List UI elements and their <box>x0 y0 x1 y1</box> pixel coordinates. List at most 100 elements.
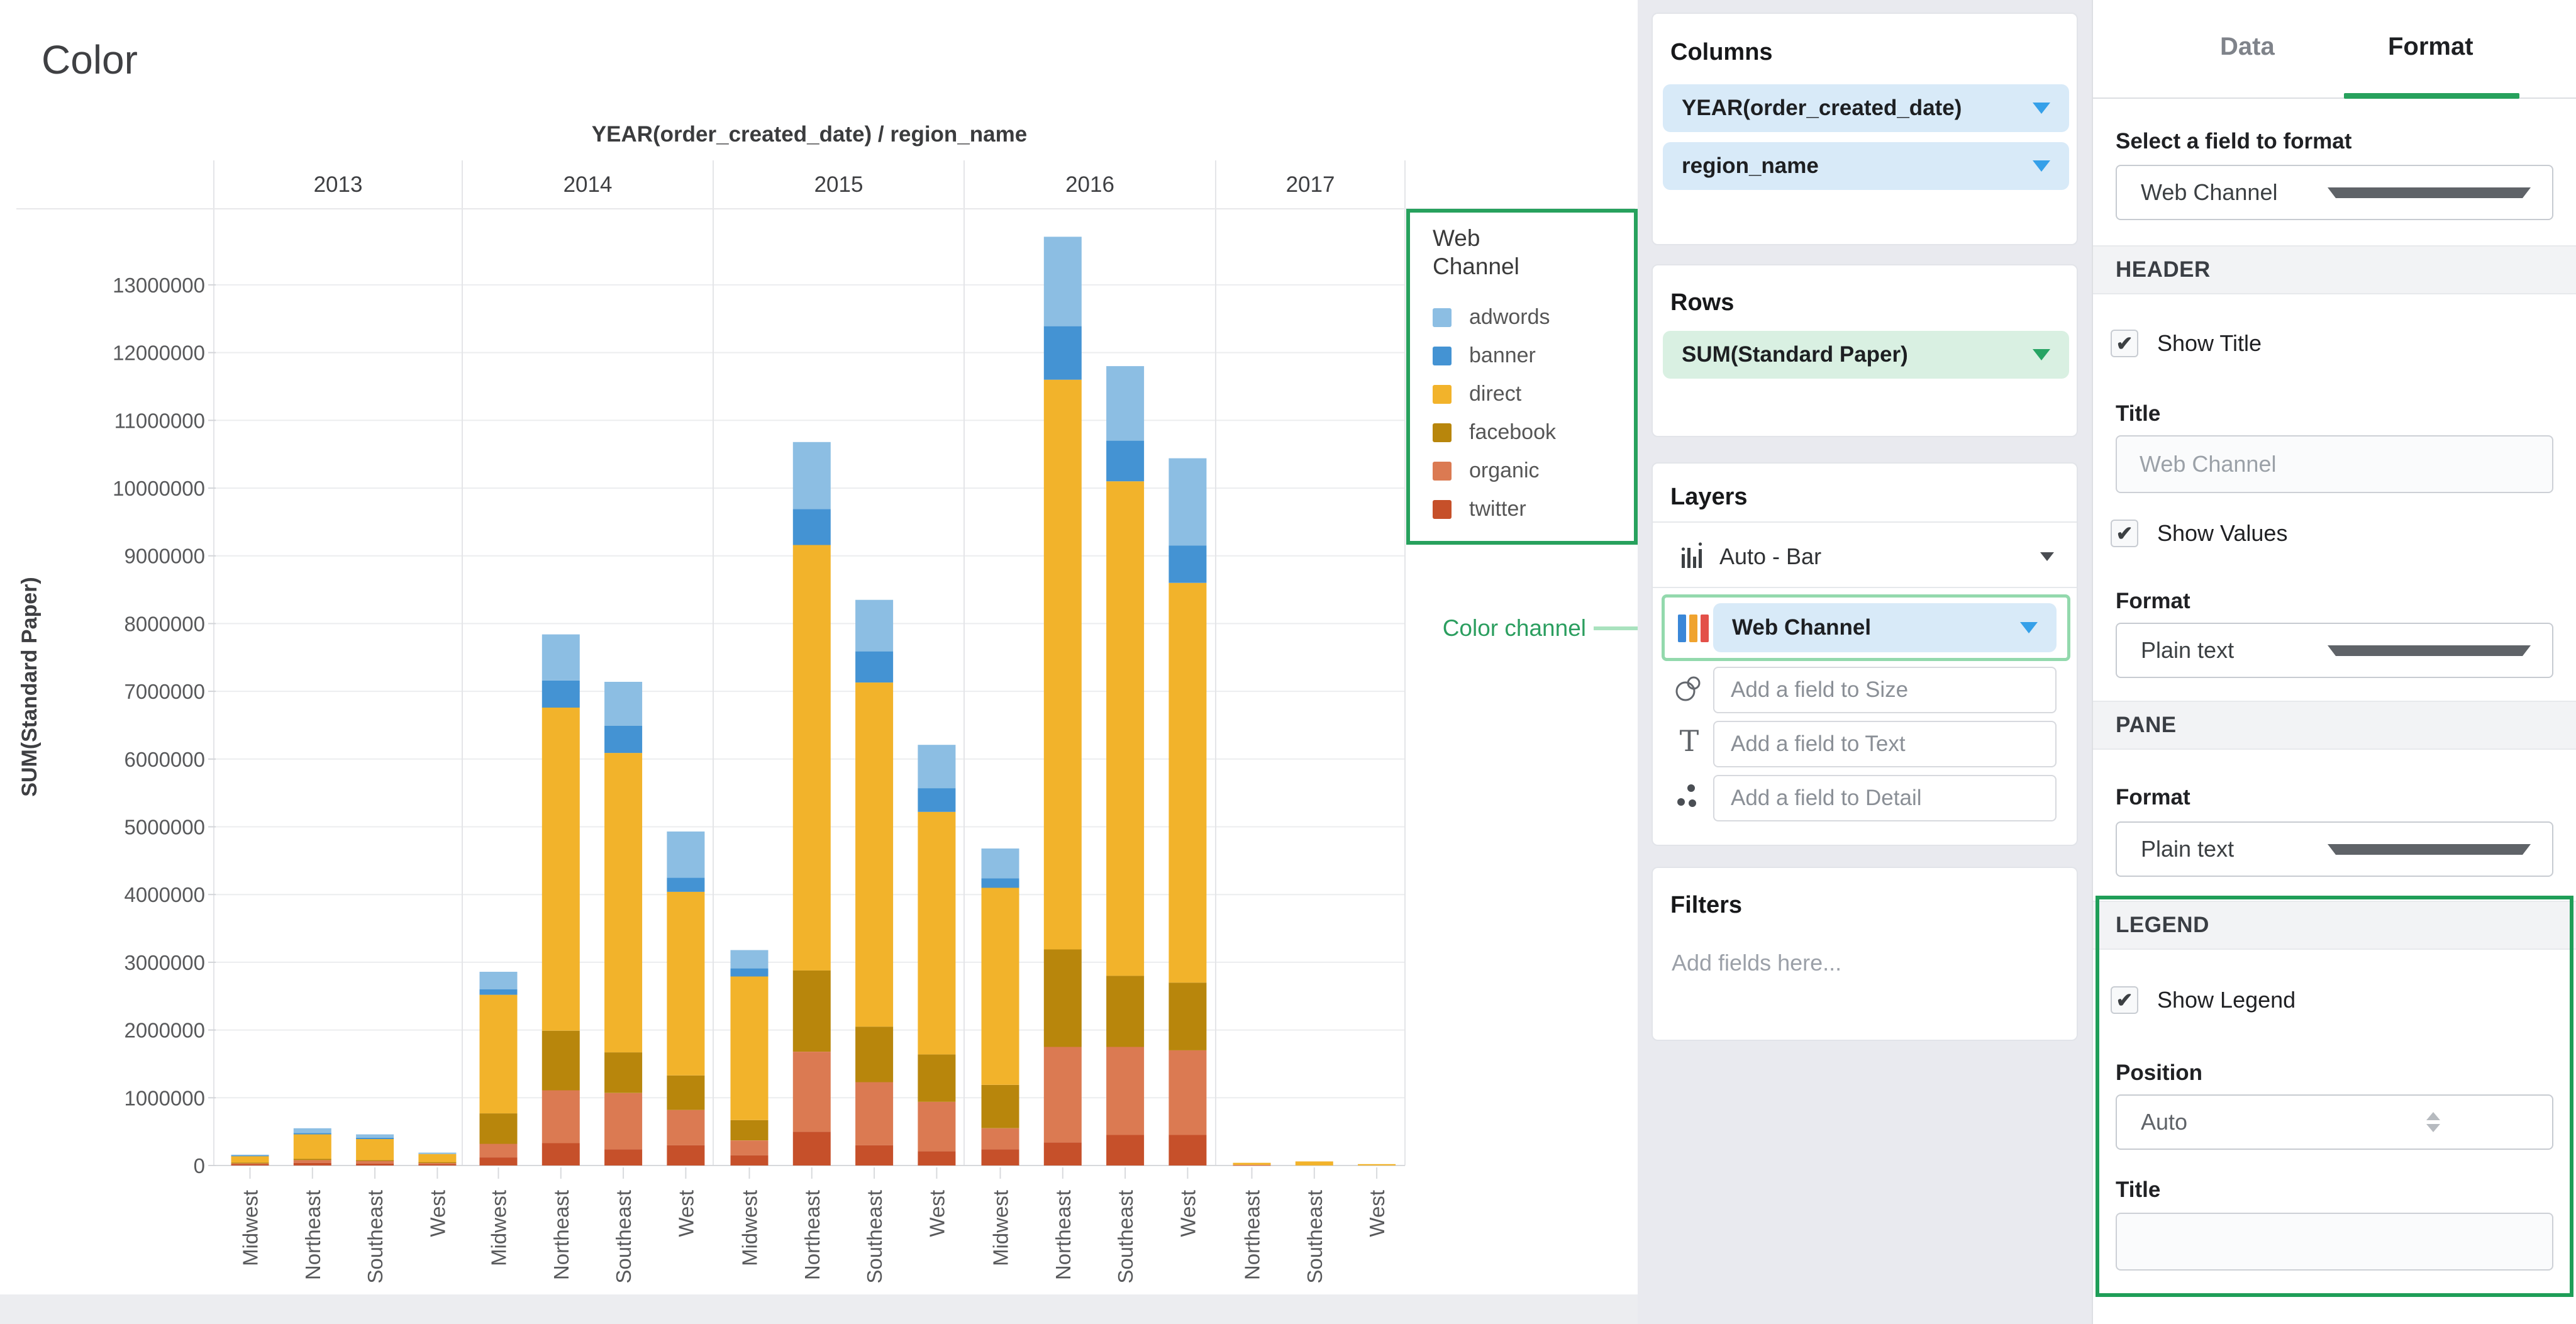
bar-segment[interactable] <box>982 1149 1019 1165</box>
pane-format-select[interactable]: Plain text <box>2116 821 2553 877</box>
bar-segment[interactable] <box>356 1164 394 1165</box>
bar-segment[interactable] <box>542 681 580 708</box>
bar-segment[interactable] <box>294 1159 331 1160</box>
legend-title-input[interactable] <box>2116 1213 2553 1271</box>
bar-segment[interactable] <box>1358 1164 1396 1165</box>
bar-segment[interactable] <box>480 995 518 1114</box>
bar-segment[interactable] <box>1106 441 1144 482</box>
bar-segment[interactable] <box>418 1164 456 1165</box>
bar-segment[interactable] <box>918 1102 955 1152</box>
bar-segment[interactable] <box>294 1160 331 1162</box>
legend-item[interactable]: adwords <box>1433 298 1634 337</box>
legend-item[interactable]: banner <box>1433 337 1634 375</box>
bar-segment[interactable] <box>480 1144 518 1158</box>
tab-format[interactable]: Format <box>2388 33 2473 61</box>
bar-segment[interactable] <box>480 1113 518 1144</box>
bar-segment[interactable] <box>982 1128 1019 1149</box>
bar-segment[interactable] <box>1106 366 1144 441</box>
chart-bottom-scroll-area[interactable] <box>0 1294 1638 1324</box>
legend-position-select[interactable]: Auto <box>2116 1094 2553 1150</box>
legend-item[interactable]: facebook <box>1433 413 1634 452</box>
bar-segment[interactable] <box>731 1155 769 1165</box>
bar-segment[interactable] <box>793 509 831 545</box>
bar-segment[interactable] <box>1044 949 1082 1047</box>
bar-segment[interactable] <box>793 442 831 509</box>
bar-segment[interactable] <box>356 1139 394 1160</box>
bar-segment[interactable] <box>542 1091 580 1143</box>
show-legend-checkbox[interactable]: ✔ <box>2111 986 2138 1014</box>
color-field-pill[interactable]: Web Channel <box>1713 603 2057 652</box>
header-format-select[interactable]: Plain text <box>2116 623 2553 678</box>
bar-segment[interactable] <box>231 1155 269 1156</box>
bar-segment[interactable] <box>294 1163 331 1165</box>
bar-segment[interactable] <box>793 1052 831 1132</box>
bar-segment[interactable] <box>855 1145 893 1165</box>
legend-item[interactable]: organic <box>1433 452 1634 490</box>
bar-segment[interactable] <box>542 1031 580 1091</box>
tab-data[interactable]: Data <box>2220 33 2275 61</box>
bar-segment[interactable] <box>667 832 704 877</box>
bar-segment[interactable] <box>855 1082 893 1145</box>
bar-segment[interactable] <box>356 1135 394 1138</box>
bar-segment[interactable] <box>1106 1135 1144 1166</box>
bar-segment[interactable] <box>480 1157 518 1165</box>
bar-segment[interactable] <box>480 972 518 989</box>
bar-segment[interactable] <box>855 600 893 652</box>
field-to-format-select[interactable]: Web Channel <box>2116 165 2553 220</box>
bar-segment[interactable] <box>731 1140 769 1155</box>
bar-segment[interactable] <box>731 969 769 977</box>
bar-segment[interactable] <box>1233 1163 1271 1165</box>
rows-pill-sum[interactable]: SUM(Standard Paper) <box>1663 331 2069 379</box>
show-values-checkbox[interactable]: ✔ <box>2111 520 2138 547</box>
bar-segment[interactable] <box>982 848 1019 878</box>
bar-segment[interactable] <box>918 788 955 812</box>
columns-pill-year[interactable]: YEAR(order_created_date) <box>1663 84 2069 132</box>
bar-segment[interactable] <box>542 1143 580 1166</box>
bar-segment[interactable] <box>604 682 642 726</box>
bar-segment[interactable] <box>1169 459 1206 546</box>
bar-segment[interactable] <box>418 1162 456 1164</box>
bar-segment[interactable] <box>667 892 704 1076</box>
bar-segment[interactable] <box>1044 236 1082 326</box>
bar-segment[interactable] <box>604 726 642 753</box>
bar-segment[interactable] <box>982 887 1019 1084</box>
bar-segment[interactable] <box>294 1133 331 1134</box>
bar-segment[interactable] <box>667 877 704 892</box>
legend-item[interactable]: twitter <box>1433 490 1634 528</box>
caret-down-icon[interactable] <box>2040 552 2054 561</box>
bar-segment[interactable] <box>855 682 893 1026</box>
bar-segment[interactable] <box>918 812 955 1055</box>
bar-segment[interactable] <box>731 977 769 1120</box>
bar-segment[interactable] <box>793 971 831 1052</box>
filters-drop-area[interactable]: Add fields here... <box>1672 950 1841 976</box>
bar-segment[interactable] <box>918 1151 955 1165</box>
legend-item[interactable]: direct <box>1433 375 1634 413</box>
bar-segment[interactable] <box>1233 1165 1271 1166</box>
bar-segment[interactable] <box>1044 1047 1082 1143</box>
bar-segment[interactable] <box>1044 326 1082 380</box>
bar-segment[interactable] <box>604 1093 642 1149</box>
bar-segment[interactable] <box>731 1120 769 1140</box>
bar-segment[interactable] <box>731 950 769 969</box>
bar-segment[interactable] <box>793 545 831 971</box>
bar-segment[interactable] <box>231 1164 269 1165</box>
bar-segment[interactable] <box>1106 1047 1144 1135</box>
bar-segment[interactable] <box>231 1162 269 1164</box>
bar-segment[interactable] <box>604 1052 642 1093</box>
bar-segment[interactable] <box>1169 583 1206 982</box>
caret-down-icon[interactable] <box>2033 160 2050 172</box>
bar-segment[interactable] <box>1169 1135 1206 1166</box>
bar-segment[interactable] <box>294 1135 331 1159</box>
bar-segment[interactable] <box>667 1110 704 1145</box>
bar-segment[interactable] <box>1169 546 1206 583</box>
bar-segment[interactable] <box>231 1155 269 1162</box>
bar-segment[interactable] <box>294 1128 331 1133</box>
columns-pill-region[interactable]: region_name <box>1663 142 2069 190</box>
show-title-checkbox[interactable]: ✔ <box>2111 330 2138 357</box>
bar-segment[interactable] <box>542 635 580 681</box>
bar-segment[interactable] <box>1044 380 1082 950</box>
bar-segment[interactable] <box>1106 976 1144 1047</box>
bar-segment[interactable] <box>418 1153 456 1154</box>
header-title-input[interactable] <box>2116 435 2553 493</box>
bar-segment[interactable] <box>1106 481 1144 976</box>
